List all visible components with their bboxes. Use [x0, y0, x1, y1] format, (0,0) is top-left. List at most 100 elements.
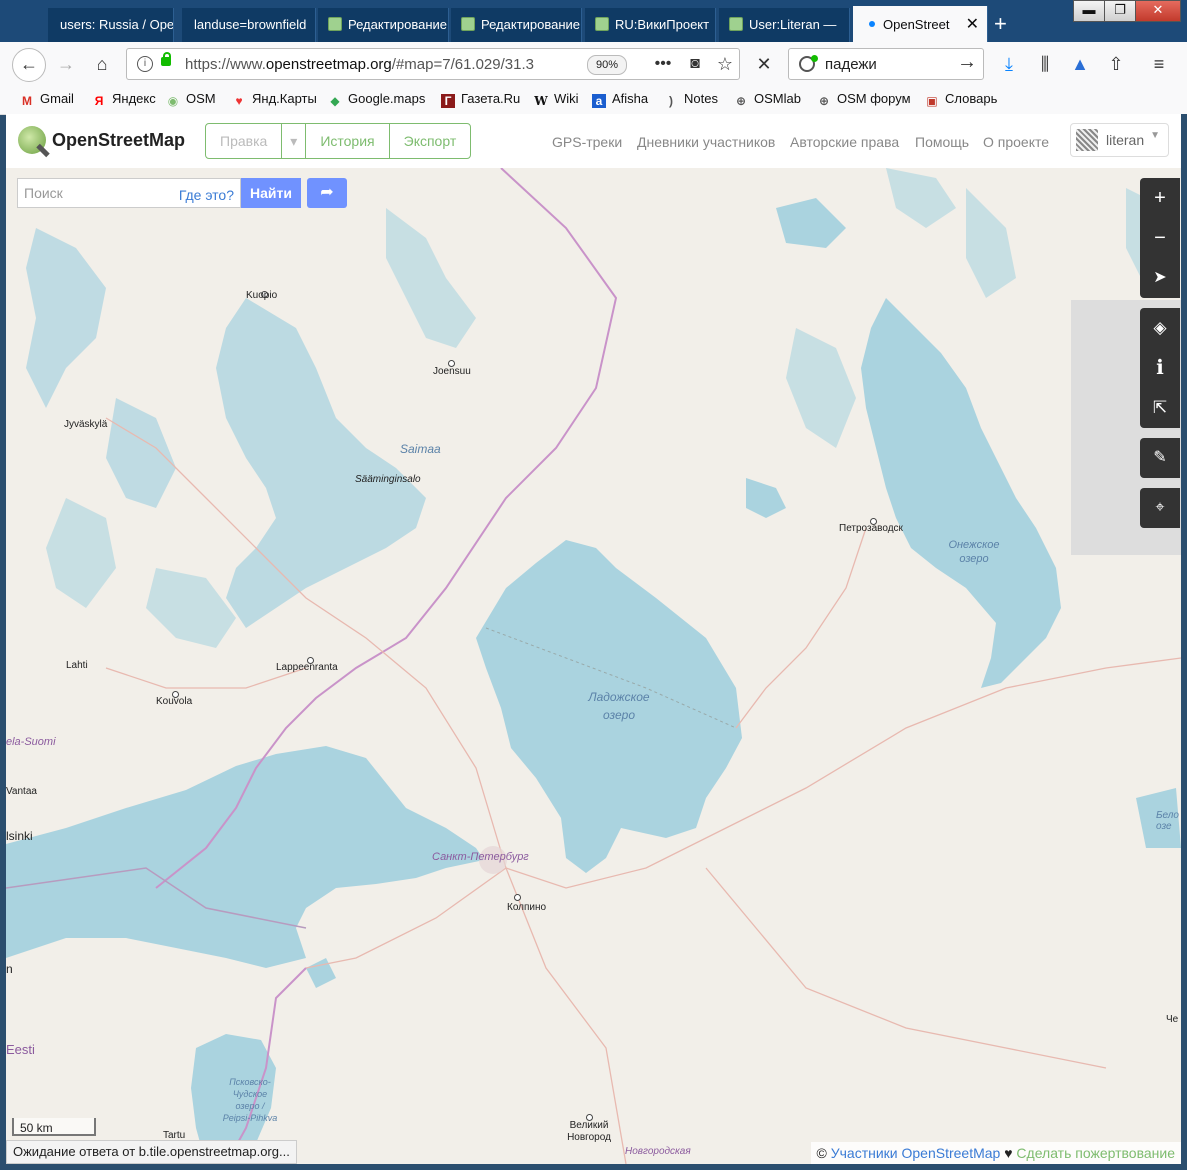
library-icon[interactable]: ⫼: [1031, 50, 1059, 78]
tab-user-literan[interactable]: User:Literan —: [719, 8, 850, 42]
wiki-map-icon: [461, 17, 475, 31]
user-menu-button[interactable]: literan ▼: [1070, 123, 1169, 157]
wikipedia-icon: W: [534, 94, 548, 108]
history-button[interactable]: История: [306, 124, 390, 158]
url-text[interactable]: https://www.openstreetmap.org/#map=7/61.…: [185, 56, 545, 73]
close-window-button[interactable]: ✕: [1135, 0, 1181, 22]
bookmark-osm[interactable]: ◉ OSM: [166, 91, 216, 108]
zoom-in-button[interactable]: +: [1140, 178, 1180, 218]
bookmark-wiki[interactable]: W Wiki: [534, 91, 578, 108]
forward-button[interactable]: →: [52, 50, 80, 78]
edit-dropdown-caret-icon[interactable]: ▾: [282, 124, 307, 158]
page-actions-icon[interactable]: •••: [649, 50, 677, 78]
map-search-input[interactable]: Поиск Где это?: [17, 178, 241, 208]
site-title[interactable]: OpenStreetMap: [52, 130, 185, 151]
tab-wikiproject[interactable]: RU:ВикиПроект: [585, 8, 716, 42]
sync-icon[interactable]: ▲: [1066, 50, 1094, 78]
note-controls: ✎: [1140, 438, 1180, 478]
label-onega: Онежское озеро: [948, 539, 1000, 565]
bookmark-notes[interactable]: ) Notes: [664, 91, 718, 108]
label-ladoga: Ладожское озеро: [588, 690, 650, 722]
downloads-icon[interactable]: ⤓: [995, 50, 1023, 78]
label-kouvola: Kouvola: [156, 696, 193, 707]
globe-icon: ⊕: [735, 94, 747, 108]
bookmark-yandex[interactable]: Я Яндекс: [92, 91, 156, 108]
map-key-icon[interactable]: ℹ: [1140, 348, 1180, 388]
link-gps-traces[interactable]: GPS-треки: [552, 134, 622, 150]
locate-icon[interactable]: ➤: [1140, 258, 1180, 298]
zoom-out-button[interactable]: −: [1140, 218, 1180, 258]
tab-label: User:Literan —: [749, 17, 837, 32]
pin-tab-icon[interactable]: ⇧: [1102, 50, 1130, 78]
menu-icon[interactable]: ≡: [1145, 50, 1173, 78]
minimize-button[interactable]: ▬: [1073, 0, 1105, 22]
bookmark-dictionary[interactable]: ▣ Словарь: [925, 91, 997, 108]
edit-button-group: Правка ▾ История Экспорт: [205, 123, 472, 159]
label-saaminginsalo: Sääminginsalo: [355, 474, 421, 485]
directions-icon[interactable]: ➦: [307, 178, 347, 208]
lock-icon[interactable]: [161, 52, 171, 66]
donate-link[interactable]: Сделать пожертвование: [1016, 1145, 1175, 1161]
export-button[interactable]: Экспорт: [390, 124, 471, 158]
browser-search-field[interactable]: падежи →: [788, 48, 984, 80]
tab-edit-1[interactable]: Редактирование: [318, 8, 449, 42]
label-helsinki: lsinki: [6, 829, 33, 843]
bookmark-osm-forum[interactable]: ⊕ OSM форум: [817, 91, 911, 108]
link-help[interactable]: Помощь: [915, 134, 969, 150]
bookmark-star-icon[interactable]: ☆: [711, 50, 739, 78]
bookmark-google-maps[interactable]: ◆ Google.maps: [328, 91, 425, 108]
pocket-icon[interactable]: ◙: [681, 50, 709, 78]
rss-icon: ): [669, 94, 673, 108]
label-peipsi: Псковско-Чудское озеро / Peipsi-Pihkva: [222, 1077, 278, 1123]
bookmark-afisha[interactable]: a Afisha: [592, 91, 648, 108]
map-canvas[interactable]: Kuopio Joensuu Jyväskylä Saimaa Säämingi…: [6, 168, 1181, 1164]
search-go-icon[interactable]: →: [957, 51, 977, 74]
home-icon[interactable]: ⌂: [88, 50, 116, 78]
label-petrozavodsk: Петрозаводск: [839, 523, 903, 534]
tab-openstreetmap[interactable]: OpenStreet ✕: [853, 6, 988, 42]
osm-logo-icon[interactable]: [18, 126, 46, 154]
close-tab-icon[interactable]: ✕: [966, 6, 979, 42]
search-icon: [799, 55, 818, 72]
bookmark-gmail[interactable]: M Gmail: [20, 91, 74, 108]
find-button[interactable]: Найти: [241, 178, 301, 208]
bookmark-gazeta[interactable]: Г Газета.Ru: [441, 91, 520, 108]
label-lahti: Lahti: [66, 660, 88, 671]
layer-controls: ◈ ℹ ⇱: [1140, 308, 1180, 428]
bookmark-osmlab[interactable]: ⊕ OSMlab: [734, 91, 801, 108]
share-icon[interactable]: ⇱: [1140, 388, 1180, 428]
maximize-button[interactable]: ❐: [1104, 0, 1136, 22]
tab-edit-2[interactable]: Редактирование: [451, 8, 582, 42]
new-tab-button[interactable]: +: [994, 10, 1007, 38]
zoom-indicator[interactable]: 90%: [587, 55, 627, 75]
link-copyright[interactable]: Авторские права: [790, 134, 899, 150]
label-beloe: Бело озе: [1156, 810, 1179, 832]
tab-label: OpenStreet: [883, 17, 950, 32]
tab-users-russia[interactable]: users: Russia / Ope: [48, 8, 174, 42]
globe-icon: ⊕: [818, 94, 830, 108]
edit-button[interactable]: Правка: [206, 124, 283, 158]
back-button[interactable]: ←: [12, 48, 46, 82]
where-is-this-link[interactable]: Где это?: [179, 187, 234, 203]
tab-landuse[interactable]: landuse=brownfield: [182, 8, 316, 42]
layers-icon[interactable]: ◈: [1140, 308, 1180, 348]
query-features-icon[interactable]: ⌖: [1140, 488, 1180, 528]
label-novgorod-region: Новгородская: [625, 1146, 691, 1157]
contributors-link[interactable]: Участники OpenStreetMap: [831, 1145, 1001, 1161]
attribution: © Участники OpenStreetMap ♥ Сделать поже…: [810, 1142, 1181, 1164]
pin-icon: ♥: [235, 94, 243, 108]
bookmark-yandex-maps[interactable]: ♥ Янд.Карты: [232, 91, 316, 108]
loading-dot-icon: [869, 21, 875, 27]
add-note-icon[interactable]: ✎: [1140, 438, 1180, 478]
map-tiles[interactable]: [6, 168, 1181, 1164]
label-n: n: [6, 962, 13, 976]
zoom-controls: + − ➤: [1140, 178, 1180, 298]
scale-bar: 50 km: [12, 1118, 96, 1136]
link-user-diaries[interactable]: Дневники участников: [637, 134, 775, 150]
tab-label: Редактирование: [348, 17, 448, 32]
info-icon[interactable]: i: [137, 56, 153, 72]
url-bar[interactable]: i https://www.openstreetmap.org/#map=7/6…: [126, 48, 740, 80]
stop-icon[interactable]: ✕: [750, 50, 778, 78]
query-controls: ⌖: [1140, 488, 1180, 528]
link-about[interactable]: О проекте: [983, 134, 1049, 150]
